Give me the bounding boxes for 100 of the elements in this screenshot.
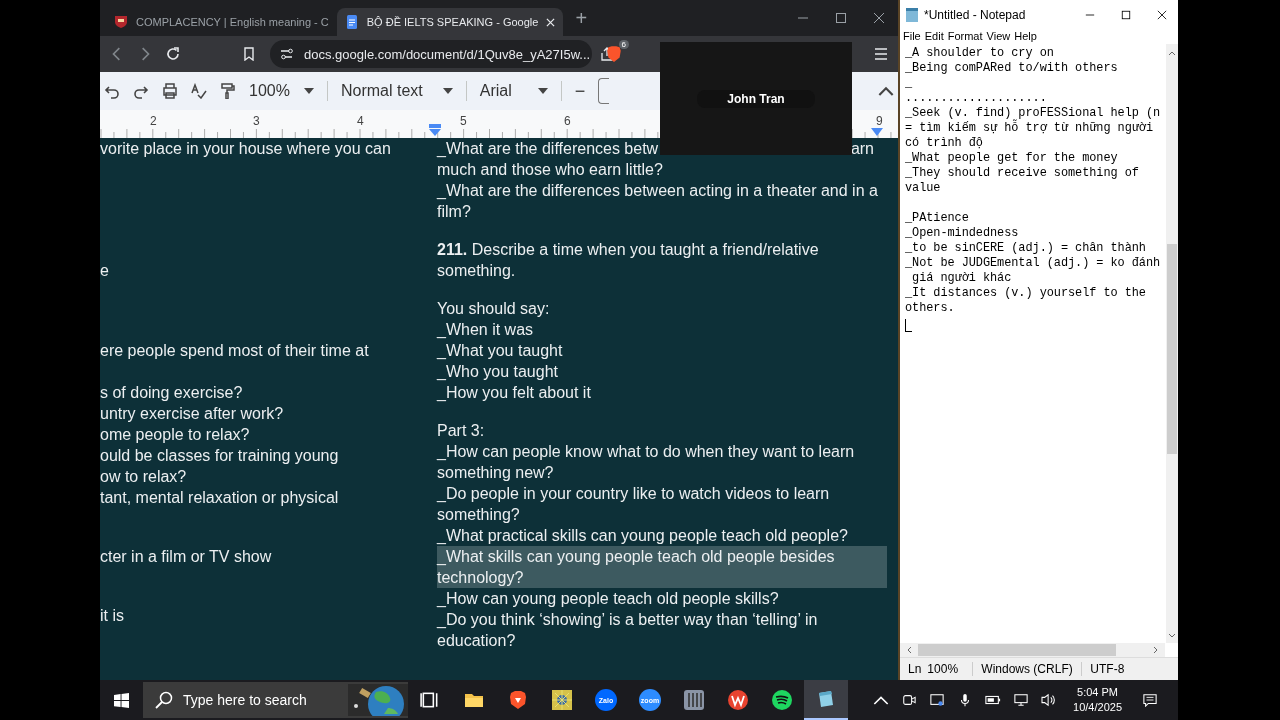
document-text: _Who you taught (437, 363, 558, 380)
document-text: tant, mental relaxation or physical (100, 488, 340, 508)
maximize-icon[interactable] (1121, 10, 1131, 20)
reload-icon[interactable] (166, 47, 180, 61)
scroll-up-icon[interactable] (1168, 50, 1176, 56)
document-text: s of doing exercise? (100, 383, 244, 403)
document-text: ow to relax? (100, 467, 188, 487)
sun-icon (552, 690, 572, 710)
menu-item[interactable]: Format (947, 30, 983, 44)
text-cursor (905, 319, 912, 332)
search-field[interactable]: Type here to search (143, 682, 408, 718)
battery-icon[interactable] (985, 693, 1002, 707)
undo-icon[interactable] (104, 83, 120, 99)
scrollbar[interactable] (1166, 44, 1178, 643)
text-area[interactable]: _A shoulder to cry on _Being comPARed to/with others _ .................... _Seek (v. find) proFESSional help (n = tìm kiếm sự hỗ trợ từ những người có trình độ _What people get for the money _They should receive something of value _PAtience _Open-mindedness _to be sinCERE (adj.) = chân thành _Not be JUDGEmental (adj.) = ko đánh giá người khác _It distances (v.) yourself to the others. (905, 46, 1166, 316)
ruler-number: 5 (460, 114, 467, 128)
browser-tab[interactable]: COMPLACENCY | English meaning - C (106, 8, 337, 36)
clock-date[interactable]: 10/4/2025 (1073, 700, 1122, 715)
bars-icon (684, 690, 704, 710)
document-text: ome people to relax? (100, 425, 251, 445)
notepad-icon (816, 689, 836, 709)
notepad-icon (904, 7, 920, 23)
maximize-icon[interactable] (835, 12, 847, 24)
document-text: ould be classes for training young (100, 446, 340, 466)
font-dropdown[interactable]: Arial (479, 82, 548, 100)
document-text: untry exercise after work? (100, 404, 285, 424)
decrease-font-button[interactable]: − (574, 80, 586, 102)
document-text: _What skills can young people teach old people besides technology? (437, 546, 887, 588)
document-text: arn (850, 139, 874, 159)
screen-icon[interactable] (929, 693, 946, 707)
document-text: _What are the differences betw (437, 139, 659, 159)
font-size-field[interactable] (598, 78, 610, 104)
tune-icon[interactable] (280, 47, 294, 61)
status-text: Ln (907, 662, 922, 676)
browser-tab[interactable]: BỘ ĐỀ IELTS SPEAKING - Google (336, 8, 564, 36)
document-text: _How you felt about it (437, 384, 591, 401)
w-logo-icon (728, 690, 748, 710)
document-text: _Do people in your country like to watch videos to learn something? (437, 485, 830, 523)
indent-marker-icon[interactable] (870, 128, 884, 136)
paint-format-icon[interactable] (220, 83, 236, 99)
caret-icon (303, 88, 314, 94)
document-text: _How can people know what to do when they want to learn something new? (437, 443, 855, 481)
lion-icon[interactable] (606, 45, 622, 63)
status-text: UTF-8 (1081, 662, 1125, 676)
bookmark-icon[interactable] (242, 47, 256, 61)
indent-marker-icon[interactable] (428, 124, 442, 136)
document-text: 211. Describe a time when you taught a friend/relative something. (437, 241, 819, 279)
notification-badge: 6 (618, 40, 629, 49)
waves-icon (772, 690, 792, 710)
caret-icon (442, 88, 453, 94)
document-text: _What are the differences between acting in a theater and in a film? (437, 182, 878, 220)
menu-item[interactable]: View (986, 30, 1011, 44)
scroll-right-icon[interactable] (1153, 646, 1159, 654)
ruler-number: 4 (357, 114, 364, 128)
document-text: ere people spend most of their time at (100, 341, 370, 361)
document-text: e (100, 261, 110, 281)
participant-name: John Tran (697, 89, 815, 108)
ruler-number: 2 (150, 114, 157, 128)
window-title: *Untitled - Notepad (924, 8, 1026, 22)
status-text: Windows (CRLF) (972, 662, 1082, 676)
document-icon (344, 15, 359, 29)
document-text: _When it was (437, 321, 534, 338)
notification-icon[interactable] (1142, 693, 1158, 707)
lion-icon (508, 690, 528, 710)
document-text: much and those who earn little? (437, 161, 663, 178)
menu-item[interactable]: Help (1014, 30, 1037, 44)
start-icon[interactable] (114, 692, 129, 708)
status-text: 100% (926, 662, 960, 676)
spellcheck-icon[interactable] (191, 83, 207, 99)
network-icon[interactable] (1013, 693, 1030, 707)
close-icon[interactable] (873, 12, 885, 24)
scrollbar[interactable] (900, 643, 1165, 657)
document-text: You should say: (437, 300, 550, 317)
zoom-dropdown[interactable]: 100% (249, 82, 314, 100)
menu-item[interactable]: Edit (924, 30, 944, 44)
scroll-down-icon[interactable] (1168, 633, 1176, 639)
document-text: it is (100, 606, 125, 626)
volume-icon[interactable] (1041, 693, 1058, 707)
menu-icon[interactable] (874, 47, 888, 61)
camera-icon[interactable] (901, 693, 918, 707)
new-tab-button[interactable]: + (575, 6, 588, 30)
share-icon[interactable] (600, 47, 615, 61)
print-icon[interactable] (162, 83, 178, 99)
style-dropdown[interactable]: Normal text (340, 82, 453, 100)
menu-item[interactable]: File (903, 30, 921, 44)
redo-icon[interactable] (133, 83, 149, 99)
taskbar-app[interactable] (804, 680, 848, 720)
shield-icon (114, 15, 128, 29)
search-icon (155, 691, 173, 709)
document-text: _Do you think ‘showing’ is a better way than ‘telling’ in education? (437, 611, 818, 649)
document-text: cter in a film or TV show (100, 547, 273, 567)
scroll-left-icon[interactable] (906, 646, 912, 654)
ruler-number: 9 (876, 114, 883, 128)
ruler-number: 3 (253, 114, 260, 128)
document-text: _How can young people teach old people skills? (437, 590, 779, 607)
clock-time[interactable]: 5:04 PM (1077, 685, 1118, 700)
document-text: _What you taught (437, 342, 563, 359)
ruler-number: 6 (564, 114, 571, 128)
document-text: _What practical skills can young people teach old people? (437, 527, 848, 544)
close-icon[interactable] (1157, 10, 1167, 20)
